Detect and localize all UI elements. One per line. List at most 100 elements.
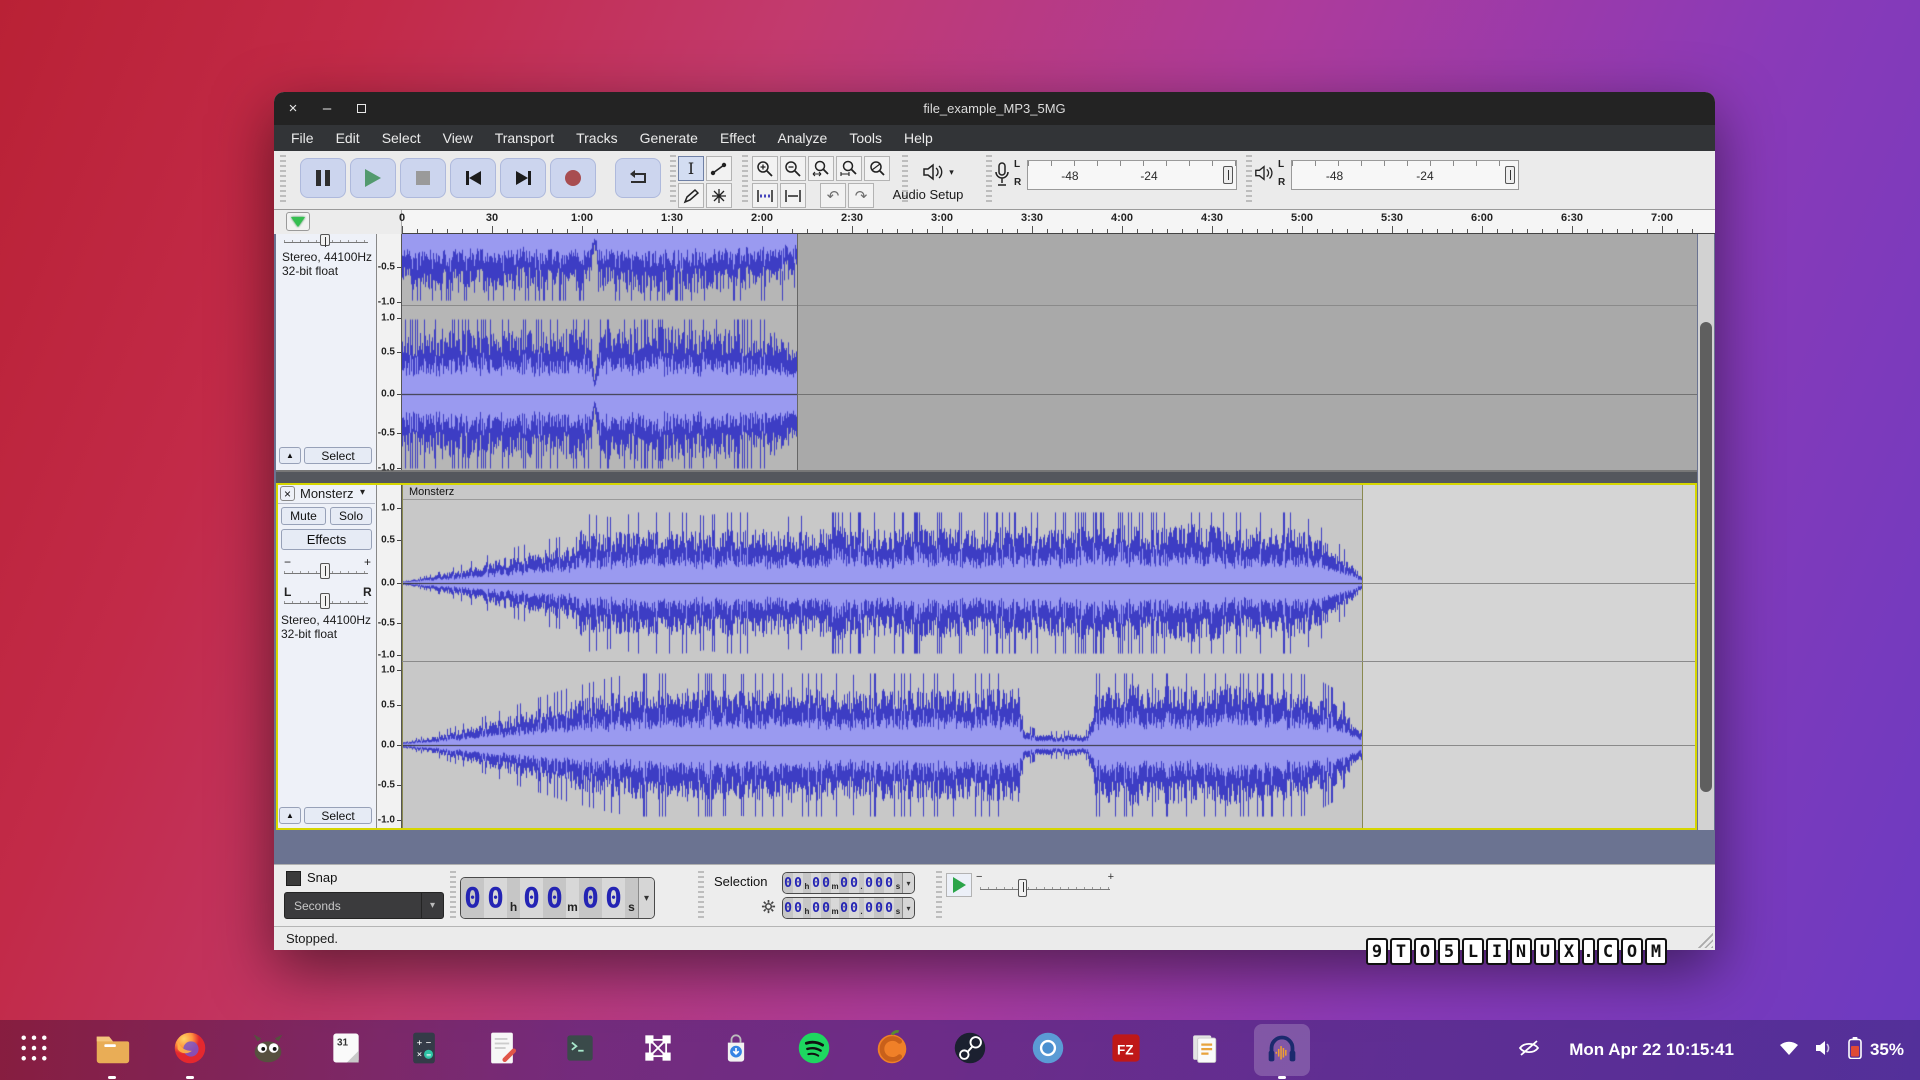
time-digit-cell[interactable]: 0 — [839, 898, 849, 918]
time-digit-cell[interactable]: h — [803, 873, 811, 893]
zoom-out-button[interactable] — [780, 156, 806, 181]
toolbar-grip[interactable] — [986, 155, 992, 205]
time-digit-cell[interactable]: 0 — [884, 873, 894, 893]
taskbar-icon-app-grid[interactable] — [12, 1028, 56, 1072]
track1-waveform-right[interactable] — [402, 306, 797, 470]
battery-icon[interactable] — [1848, 1037, 1862, 1064]
time-digit-cell[interactable]: s — [894, 873, 902, 893]
track2-vertical-ruler[interactable]: 1.00.50.0-0.5-1.01.00.50.0-0.5-1.0 — [377, 483, 402, 830]
track1-select-button[interactable]: Select — [304, 447, 372, 464]
track1-waveform-left[interactable] — [402, 234, 797, 305]
selection-tool-button[interactable]: I — [678, 156, 704, 181]
toolbar-grip[interactable] — [450, 871, 456, 921]
taskbar-icon-document-viewer[interactable] — [1182, 1028, 1226, 1072]
time-digit-cell[interactable]: 0 — [783, 898, 793, 918]
resize-grip[interactable] — [1697, 932, 1713, 948]
menu-effect[interactable]: Effect — [709, 125, 767, 151]
taskbar-icon-calendar[interactable]: 31 — [324, 1028, 368, 1072]
time-digit-cell[interactable]: h — [507, 878, 520, 918]
meter-slider-handle[interactable] — [1505, 166, 1515, 184]
selection-end-display[interactable]: 00h00m00.000s▾ — [782, 897, 915, 919]
time-digit-cell[interactable]: m — [831, 873, 839, 893]
screen-privacy-icon[interactable] — [1517, 1038, 1541, 1063]
timeline-ruler[interactable]: 0301:001:302:002:303:003:304:004:305:005… — [274, 210, 1715, 234]
time-digit-cell[interactable]: 0 — [821, 898, 831, 918]
wifi-icon[interactable] — [1778, 1039, 1800, 1062]
menu-transport[interactable]: Transport — [484, 125, 565, 151]
time-digit-cell[interactable]: 0 — [484, 878, 507, 918]
time-digit-cell[interactable]: 0 — [602, 878, 625, 918]
menu-select[interactable]: Select — [371, 125, 432, 151]
time-digit-cell[interactable]: 0 — [874, 898, 884, 918]
skip-end-button[interactable] — [500, 158, 546, 198]
track2-waveform-right[interactable] — [403, 663, 1362, 828]
track2-menu-dropdown[interactable]: ▾ — [360, 487, 365, 498]
time-digit-cell[interactable]: s — [894, 898, 902, 918]
time-digit-cell[interactable]: m — [566, 878, 579, 918]
time-digit-cell[interactable]: 0 — [811, 873, 821, 893]
toolbar-grip[interactable] — [670, 155, 676, 205]
speed-slider-track[interactable] — [980, 887, 1110, 890]
menu-edit[interactable]: Edit — [325, 125, 371, 151]
playback-speed-slider[interactable]: − + — [976, 871, 1114, 901]
skip-start-button[interactable] — [450, 158, 496, 198]
volume-icon[interactable] — [1814, 1039, 1834, 1062]
multi-tool-button[interactable] — [706, 183, 732, 208]
mute-button[interactable]: Mute — [281, 507, 326, 525]
play-at-speed-button[interactable] — [946, 873, 972, 897]
menu-analyze[interactable]: Analyze — [767, 125, 839, 151]
trim-audio-button[interactable] — [752, 183, 778, 208]
time-digit-cell[interactable]: 0 — [874, 873, 884, 893]
time-digit-cell[interactable]: 0 — [543, 878, 566, 918]
clip-title-bar[interactable]: Monsterz — [403, 484, 1362, 500]
toolbar-grip[interactable] — [1246, 155, 1252, 205]
time-digit-cell[interactable]: 0 — [839, 873, 849, 893]
play-button[interactable] — [350, 158, 396, 198]
record-button[interactable] — [550, 158, 596, 198]
track1-clip-edge[interactable] — [797, 234, 798, 470]
taskbar-clock[interactable]: Mon Apr 22 10:15:41 — [1569, 1040, 1734, 1060]
taskbar-icon-clementine[interactable] — [870, 1028, 914, 1072]
time-digit-cell[interactable]: 0 — [864, 873, 874, 893]
track2-close-button[interactable]: × — [280, 486, 295, 501]
toolbar-grip[interactable] — [280, 155, 286, 205]
taskbar-icon-firefox[interactable] — [168, 1028, 212, 1072]
taskbar-icon-boxes[interactable] — [636, 1028, 680, 1072]
menu-view[interactable]: View — [432, 125, 484, 151]
snap-mode-dropdown[interactable]: Seconds ▾ — [284, 892, 444, 919]
snap-checkbox[interactable] — [286, 871, 301, 886]
time-digit-cell[interactable]: 0 — [811, 898, 821, 918]
time-dropdown-icon[interactable]: ▾ — [902, 898, 914, 918]
playback-meter[interactable]: -48 -24 — [1291, 160, 1519, 190]
track1-pan-thumb[interactable] — [320, 234, 330, 246]
pan-slider-thumb[interactable] — [320, 593, 330, 609]
track1-vertical-ruler[interactable]: -0.5-1.01.00.50.0-0.5-1.0 — [377, 234, 402, 470]
undo-button[interactable]: ↶ — [820, 183, 846, 208]
record-meter-mic[interactable] — [994, 161, 1010, 194]
menu-help[interactable]: Help — [893, 125, 944, 151]
silence-audio-button[interactable] — [780, 183, 806, 208]
taskbar-icon-files[interactable] — [90, 1028, 134, 1072]
menu-tracks[interactable]: Tracks — [565, 125, 628, 151]
toolbar-grip[interactable] — [936, 871, 942, 921]
taskbar-icon-software-store[interactable] — [714, 1028, 758, 1072]
track-separator[interactable] — [276, 472, 1697, 483]
time-digit-cell[interactable]: 0 — [793, 898, 803, 918]
time-digit-cell[interactable]: 0 — [783, 873, 793, 893]
taskbar-icon-steam[interactable] — [948, 1028, 992, 1072]
time-digit-cell[interactable]: m — [831, 898, 839, 918]
time-digit-cell[interactable]: 0 — [849, 873, 859, 893]
taskbar-icon-spotify[interactable] — [792, 1028, 836, 1072]
timeline-pin-button[interactable] — [286, 212, 310, 231]
recording-meter[interactable]: -48 -24 — [1027, 160, 1237, 190]
taskbar-icon-calculator[interactable]: +−×= — [402, 1028, 446, 1072]
zoom-in-button[interactable] — [752, 156, 778, 181]
audio-setup-button[interactable]: ▾ — [908, 159, 968, 185]
toolbar-grip[interactable] — [698, 871, 704, 921]
taskbar-icon-terminal[interactable] — [558, 1028, 602, 1072]
zoom-selection-button[interactable] — [808, 156, 834, 181]
taskbar-icon-text-editor[interactable] — [480, 1028, 524, 1072]
toolbar-grip[interactable] — [742, 155, 748, 205]
time-digit-cell[interactable]: 0 — [793, 873, 803, 893]
time-dropdown-icon[interactable]: ▾ — [638, 878, 654, 918]
